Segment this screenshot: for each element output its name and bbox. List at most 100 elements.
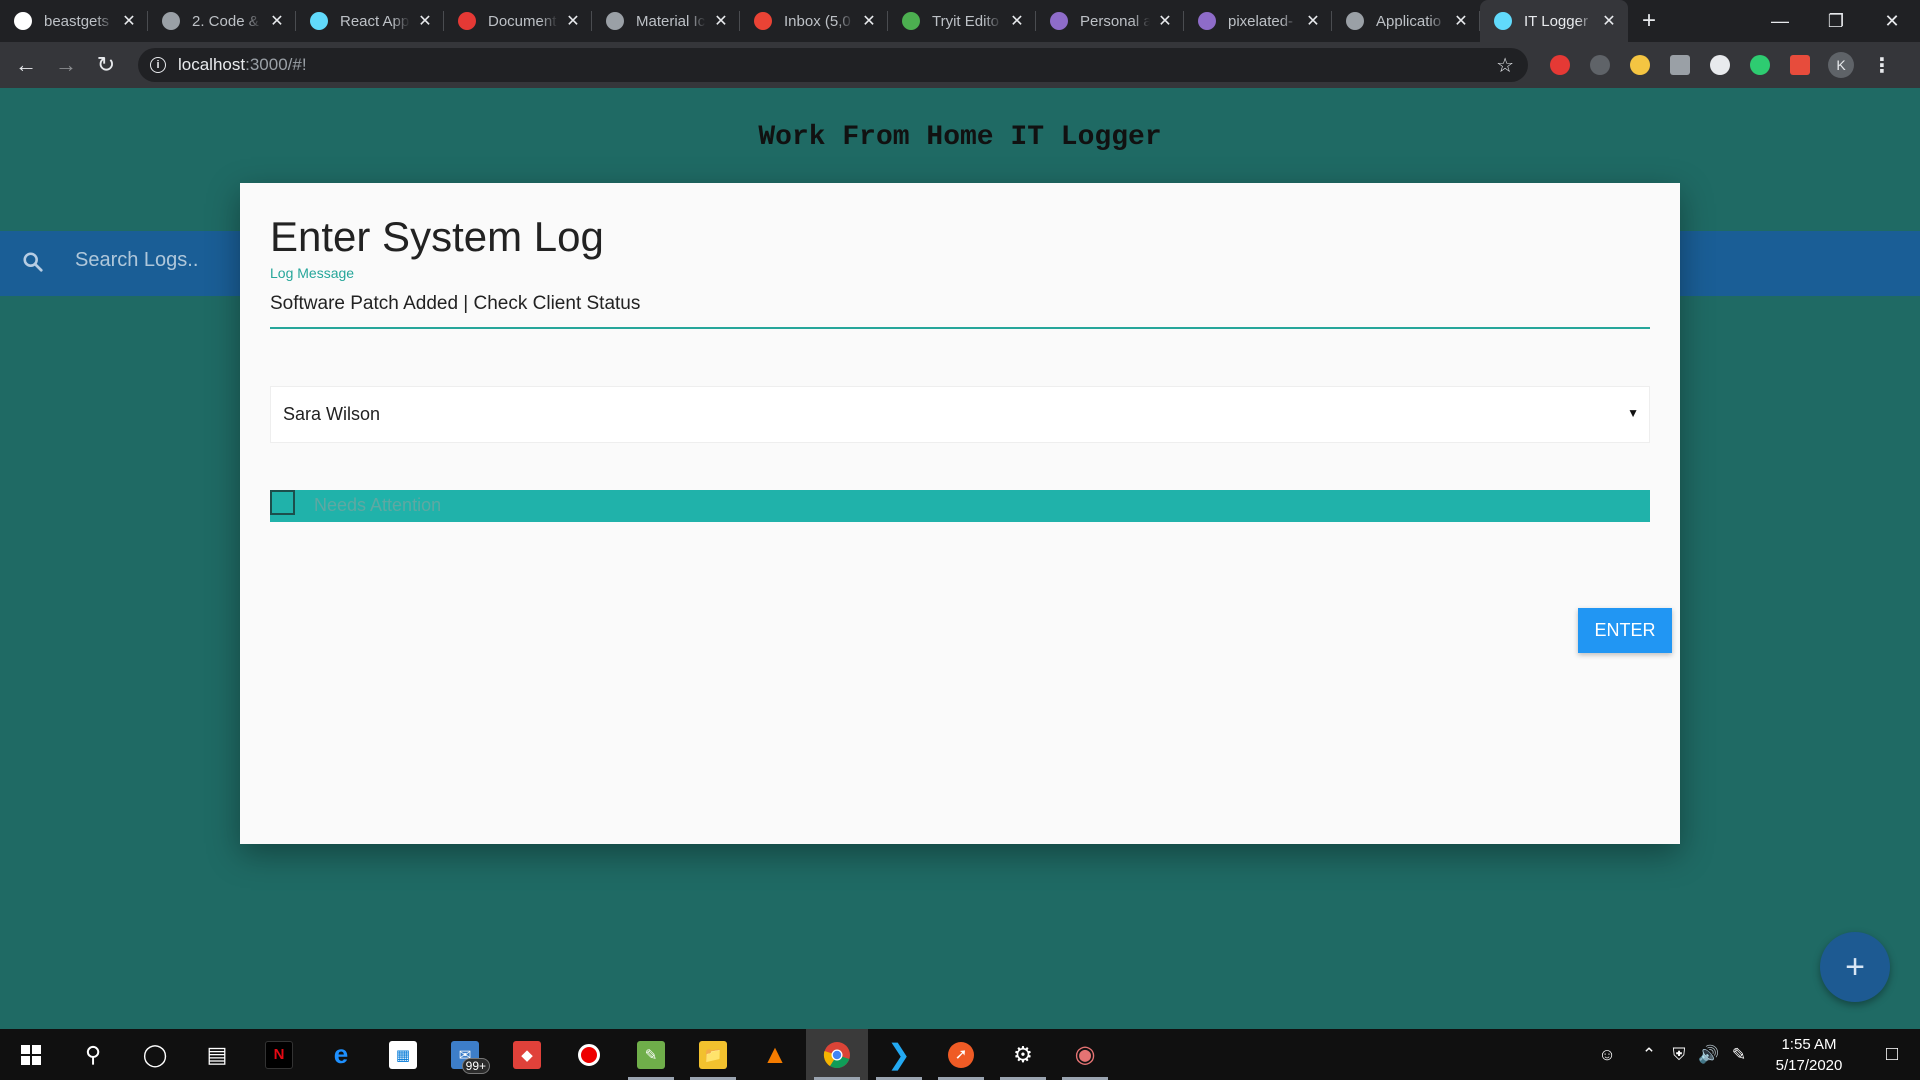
file-explorer-icon[interactable]: 📁 [682,1029,744,1080]
close-tab-icon[interactable]: ✕ [1452,11,1470,31]
tab-title: IT Logger [1524,12,1588,30]
page-viewport: Work From Home IT Logger Search Logs.. E… [0,88,1920,1029]
close-tab-icon[interactable]: ✕ [268,11,286,31]
maximize-icon[interactable]: ❐ [1808,0,1864,42]
close-tab-icon[interactable]: ✕ [1600,11,1618,31]
mail-icon[interactable]: ✉ 99+ [434,1029,496,1080]
reload-icon[interactable]: ↻ [86,45,126,85]
technician-select[interactable]: Sara Wilson ▼ [270,386,1650,443]
needs-attention-checkbox[interactable] [270,490,295,515]
paint-app-icon[interactable]: ◉ [1054,1029,1116,1080]
enter-button[interactable]: ENTER [1578,608,1672,653]
chevron-up-icon[interactable]: ⌃ [1634,1045,1664,1065]
record-icon[interactable] [558,1029,620,1080]
close-tab-icon[interactable]: ✕ [860,11,878,31]
log-message-label: Log Message [270,265,355,281]
close-tab-icon[interactable]: ✕ [416,11,434,31]
add-log-fab[interactable]: + [1820,932,1890,1002]
store-icon[interactable]: ▦ [372,1029,434,1080]
extensions-area: K ⋮ [1540,49,1892,81]
vlc-icon[interactable]: ▲ [744,1029,806,1080]
browser-tab[interactable]: React App ✕ [296,0,444,42]
tab-title: Inbox (5,0 [784,12,851,30]
needs-attention-label: Needs Attention [314,495,442,515]
browser-tab[interactable]: beastgets ✕ [0,0,148,42]
people-icon[interactable]: ☺ [1592,1045,1622,1065]
close-tab-icon[interactable]: ✕ [120,11,138,31]
vscode-icon[interactable]: ❯ [868,1029,930,1080]
task-view-icon[interactable]: ▤ [186,1029,248,1080]
netflix-icon[interactable]: N [248,1029,310,1080]
browser-tab[interactable]: IT Logger ✕ [1480,0,1628,42]
close-tab-icon[interactable]: ✕ [712,11,730,31]
edge-icon[interactable]: e [310,1029,372,1080]
browser-tab-strip: beastgets ✕ 2. Code & ✕ React App ✕ Document ✕ M… [0,0,1920,42]
technician-selected-value: Sara Wilson [283,404,381,424]
gmail-icon [754,12,772,30]
tab-title: beastgets [44,12,110,30]
address-bar[interactable]: i localhost:3000/#! ☆ [138,48,1528,82]
close-tab-icon[interactable]: ✕ [1008,11,1026,31]
browser-tab[interactable]: Document ✕ [444,0,592,42]
new-tab-button[interactable]: + [1628,0,1670,42]
site-info-icon[interactable]: i [150,57,166,73]
postman-icon[interactable]: ➚ [930,1029,992,1080]
windows-start-icon[interactable] [0,1029,62,1080]
shield-extension-icon[interactable] [1590,55,1610,75]
adblock-extension-icon[interactable] [1550,55,1570,75]
close-tab-icon[interactable]: ✕ [564,11,582,31]
tab-list: beastgets ✕ 2. Code & ✕ React App ✕ Document ✕ M… [0,0,1628,42]
browser-tab[interactable]: Tryit Edito ✕ [888,0,1036,42]
volume-icon[interactable]: 🔊 [1694,1045,1724,1065]
tab-title: Document [488,12,557,30]
pen-icon[interactable]: ✎ [1724,1045,1754,1065]
back-arrow-icon[interactable]: ← [6,45,46,85]
target-extension-icon[interactable] [1750,55,1770,75]
close-tab-icon[interactable]: ✕ [1304,11,1322,31]
close-tab-icon[interactable]: ✕ [1156,11,1174,31]
address-path: :3000/#! [245,55,307,74]
profile-avatar[interactable]: K [1828,52,1854,78]
tab-title: Material Ic [636,12,706,30]
browser-tab[interactable]: Material Ic ✕ [592,0,740,42]
honey-extension-icon[interactable] [1630,55,1650,75]
search-icon[interactable]: ⚲ [62,1029,124,1080]
clock-time: 1:55 AM [1781,1035,1837,1053]
chrome-icon[interactable] [806,1029,868,1080]
browser-tab[interactable]: Personal a ✕ [1036,0,1184,42]
defender-shield-icon[interactable]: ⛨ [1664,1045,1694,1065]
off-extension-icon[interactable] [1670,55,1690,75]
image-editor-icon[interactable]: ✎ [620,1029,682,1080]
forward-arrow-icon[interactable]: → [46,45,86,85]
browser-tab[interactable]: 2. Code & ✕ [148,0,296,42]
cortana-icon[interactable]: ◯ [124,1029,186,1080]
tab-title: Applicatio [1376,12,1442,30]
browser-menu-icon[interactable]: ⋮ [1872,53,1892,78]
tab-title: pixelated- [1228,12,1294,30]
windows-taskbar: ⚲ ◯ ▤ N e ▦ ✉ 99+ ◆ ✎ 📁 ▲ ❯ ➚ ⚙ ◉ ☺ ⌃ ⛨ 🔊… [0,1029,1920,1080]
git-app-icon[interactable]: ◆ [496,1029,558,1080]
notifications-icon[interactable]: □ [1864,1043,1920,1066]
close-window-icon[interactable]: ✕ [1864,0,1920,42]
add-log-modal: Enter System Log Log Message Sara Wilson… [240,183,1680,844]
log-message-input[interactable] [270,287,1650,321]
system-tray: ☺ ⌃ ⛨ 🔊 ✎ 1:55 AM 5/17/2020 □ [1592,1029,1920,1080]
tab-title: Personal a [1080,12,1150,30]
react-icon [1494,12,1512,30]
taskbar-clock[interactable]: 1:55 AM 5/17/2020 [1754,1034,1864,1076]
mail-badge: 99+ [461,1058,490,1074]
search-icon [23,252,43,272]
browser-tab[interactable]: Applicatio ✕ [1332,0,1480,42]
input-underline [270,327,1650,329]
browser-tab[interactable]: Inbox (5,0 ✕ [740,0,888,42]
needs-attention-row[interactable]: Needs Attention [270,490,1650,522]
browser-toolbar: ← → ↻ i localhost:3000/#! ☆ K ⋮ [0,42,1920,88]
bookmark-star-icon[interactable]: ☆ [1496,53,1514,78]
dark-reader-extension-icon[interactable] [1710,55,1730,75]
minimize-icon[interactable]: — [1752,0,1808,42]
modal-heading: Enter System Log [270,213,604,260]
red-extension-icon[interactable] [1790,55,1810,75]
search-input[interactable]: Search Logs.. [75,249,198,272]
browser-tab[interactable]: pixelated- ✕ [1184,0,1332,42]
settings-gear-icon[interactable]: ⚙ [992,1029,1054,1080]
